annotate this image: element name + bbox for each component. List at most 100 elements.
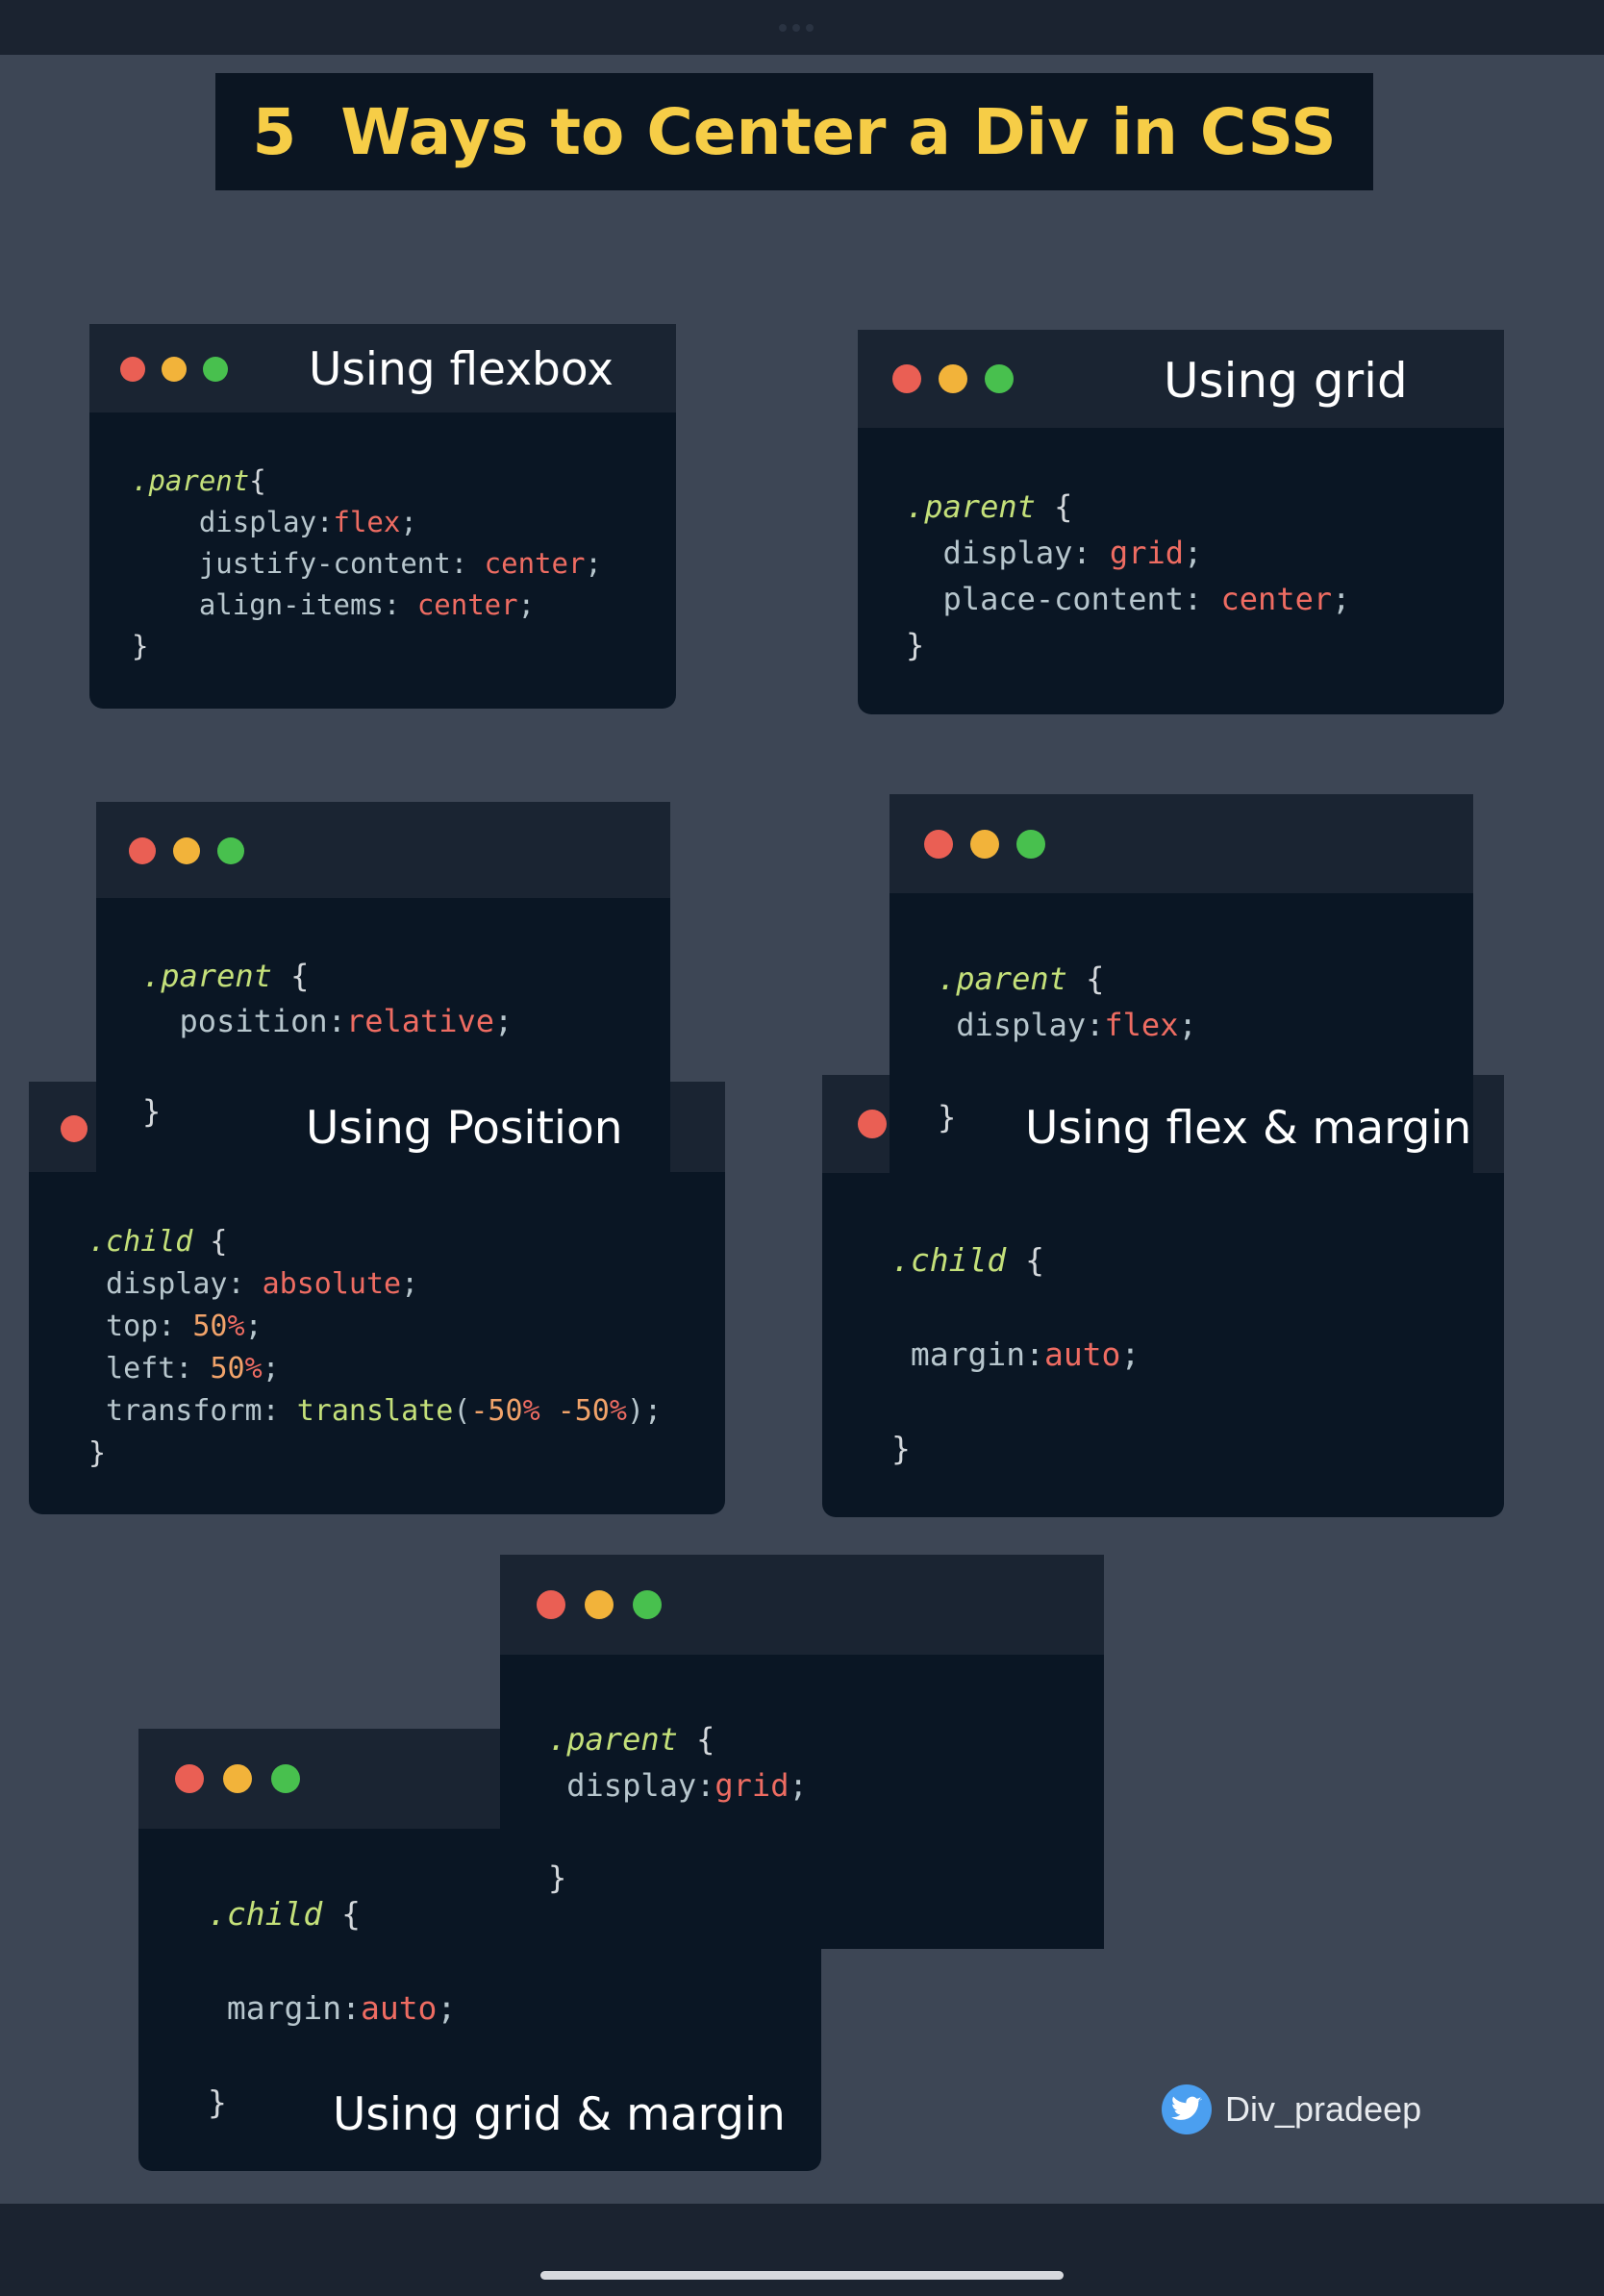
code-token: display: [132,506,334,538]
card-grid-margin-title: Using grid & margin [333,2088,786,2141]
home-indicator[interactable] [540,2271,1064,2280]
code-token: translate [296,1394,454,1428]
close-dot-icon [175,1764,204,1793]
maximize-dot-icon [203,357,228,382]
code-token: ; [400,506,417,538]
code-token: center [484,547,586,580]
window-title-bar [890,794,1473,893]
minimize-dot-icon [162,357,187,382]
minimize-dot-icon [223,1764,252,1793]
code-token: place-content: [906,581,1221,617]
code-token: % [244,1352,263,1385]
code-line: .parent { [938,961,1104,997]
code-token: .child [208,1895,323,1933]
code-token: { [192,1225,228,1259]
code-line: justify-content: center; [132,547,602,580]
window-title-bar [96,802,670,898]
code-line: } [548,1859,566,1896]
code-token: } [891,1430,911,1467]
code-token: } [142,1093,162,1130]
bottom-bar [0,2204,1604,2296]
window-title-bar: Using flexbox [89,324,676,412]
code-token: } [88,1436,107,1470]
maximize-dot-icon [271,1764,300,1793]
maximize-dot-icon [633,1590,662,1619]
card-title: Using grid [1164,353,1408,409]
code-token: auto [1043,1335,1121,1373]
code-token: display: [906,535,1110,571]
code-token: margin: [208,1989,361,2027]
code-token: } [132,630,149,662]
code-line: place-content: center; [906,581,1351,617]
minimize-dot-icon [939,364,967,393]
code-token: { [1035,488,1073,525]
code-token: { [677,1721,715,1758]
close-dot-icon [924,830,953,859]
code-line: .parent { [548,1721,714,1758]
code-token: flex [333,506,401,538]
code-token: relative [345,1003,495,1039]
code-line: display: grid; [906,535,1203,571]
code-token: ); [626,1394,663,1428]
code-token: grid [714,1767,789,1804]
code-block: .child { display: absolute; top: 50%; le… [88,1221,662,1475]
code-token: display: [938,1007,1105,1043]
code-token: ; [437,1989,457,2027]
maximize-dot-icon [985,364,1014,393]
code-line: } [208,2084,227,2121]
page-title: 5 Ways to Center a Div in CSS [252,94,1337,169]
code-line: margin:auto; [208,1989,456,2027]
code-token: align-items: [132,588,417,621]
code-token: .parent [906,488,1036,525]
close-dot-icon [537,1590,565,1619]
minimize-dot-icon [173,837,200,864]
code-line: } [891,1430,911,1467]
code-token: } [906,627,925,663]
code-token: position: [142,1003,346,1039]
code-token: flex [1104,1007,1179,1043]
code-token: ; [244,1310,263,1343]
code-token: { [1066,961,1105,997]
card-grid-margin-parent: .parent { display:grid; } [500,1555,1104,1949]
close-dot-icon [61,1115,88,1142]
code-token: auto [360,1989,438,2027]
code-line: position:relative; [142,1003,514,1039]
code-token: ( [453,1394,471,1428]
code-token: transform: [88,1394,297,1428]
code-token: { [249,464,266,497]
close-dot-icon [120,357,145,382]
code-token: ; [789,1767,808,1804]
code-token: ; [1332,581,1351,617]
code-token: display: [88,1267,263,1301]
author-handle: Div_pradeep [1225,2089,1422,2129]
code-token: display: [548,1767,715,1804]
code-line: .parent { [142,958,309,994]
code-token: ; [401,1267,419,1301]
code-token: grid [1109,535,1184,571]
code-line: align-items: center; [132,588,535,621]
code-token: .parent [132,464,250,497]
code-token: ; [494,1003,514,1039]
code-token: ; [262,1352,280,1385]
code-token: .parent [938,961,1067,997]
code-token: left: [88,1352,211,1385]
code-line: transform: translate(-50% -50%); [88,1394,662,1428]
close-dot-icon [892,364,921,393]
code-token: margin: [891,1335,1044,1373]
minimize-dot-icon [585,1590,614,1619]
code-token: ; [1183,535,1203,571]
grabber-dots [779,17,823,32]
code-token: ; [585,547,602,580]
code-line: .parent{ [132,464,266,497]
code-block: .child { margin:auto; } [891,1236,1140,1472]
code-line: .parent { [906,488,1072,525]
code-token: top: [88,1310,193,1343]
code-line: } [132,630,148,662]
author-credit[interactable]: Div_pradeep [1162,2084,1421,2134]
code-line: .child { [88,1225,228,1259]
code-token: ; [517,588,536,621]
code-token: ; [1120,1335,1140,1373]
code-token: center [1220,581,1333,617]
code-token: } [208,2084,227,2121]
code-token: } [938,1099,957,1136]
